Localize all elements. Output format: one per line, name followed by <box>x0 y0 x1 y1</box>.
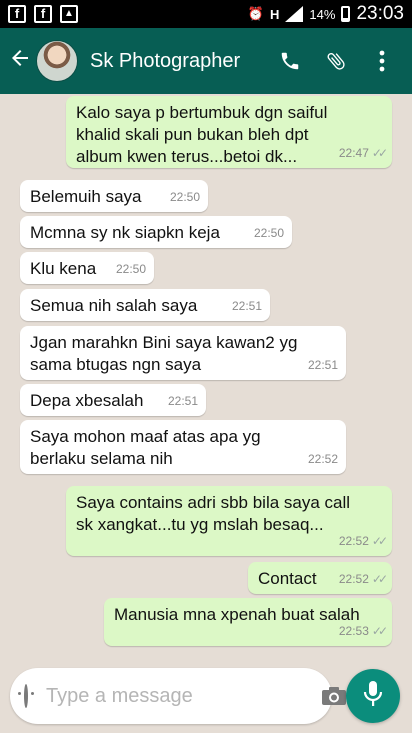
message-text: Saya contains adri sbb bila saya call sk… <box>76 493 351 534</box>
system-indicators: ⏰ H 14% 23:03 <box>248 3 404 25</box>
emoji-icon[interactable] <box>18 684 34 708</box>
message-bubble-incoming[interactable]: Semua nih salah saya 22:51 <box>20 289 270 321</box>
gallery-icon: ▲ <box>60 5 78 23</box>
mic-button[interactable] <box>346 669 400 723</box>
message-time: 22:53 <box>338 624 369 638</box>
message-text: Saya mohon maaf atas apa yg berlaku sela… <box>30 427 261 468</box>
message-text: Jgan marahkn Bini saya kawan2 yg sama bt… <box>30 333 298 374</box>
chat-header: Sk Photographer <box>0 28 412 94</box>
message-input[interactable] <box>44 683 313 709</box>
read-ticks-icon: ✓✓ <box>371 534 388 548</box>
message-time: 22:52 <box>338 534 369 548</box>
message-bubble-incoming[interactable]: Depa xbesalah 22:51 <box>20 384 206 416</box>
message-bubble-outgoing[interactable]: Kalo saya p bertumbuk dgn saiful khalid … <box>66 96 392 168</box>
message-text: Depa xbesalah <box>30 391 144 410</box>
back-arrow-icon[interactable] <box>2 45 38 77</box>
phone-icon[interactable] <box>278 49 302 73</box>
mic-icon <box>362 680 384 713</box>
message-text: Klu kena <box>30 259 97 278</box>
clock: 23:03 <box>356 3 404 24</box>
message-bubble-outgoing[interactable]: Manusia mna xpenah buat salah 22:53 ✓✓ <box>104 598 392 646</box>
message-bubble-incoming[interactable]: Belemuih saya 22:50 <box>20 180 208 212</box>
message-time: 22:50 <box>115 262 146 276</box>
message-time: 22:52 <box>338 572 369 586</box>
battery-icon <box>341 6 351 22</box>
signal-icon <box>285 6 304 22</box>
message-time: 22:50 <box>253 226 284 240</box>
avatar[interactable] <box>36 40 78 82</box>
message-time: 22:51 <box>231 299 262 313</box>
message-text: Belemuih saya <box>30 187 142 206</box>
message-text: Mcmna sy nk siapkn keja <box>30 223 220 242</box>
facebook-icon: f <box>8 5 26 23</box>
message-text: Contact <box>258 569 317 588</box>
read-ticks-icon: ✓✓ <box>371 624 388 638</box>
message-time: 22:50 <box>169 190 200 204</box>
message-bubble-incoming[interactable]: Mcmna sy nk siapkn keja 22:50 <box>20 216 292 248</box>
more-vert-icon[interactable] <box>370 49 394 73</box>
camera-icon[interactable] <box>321 686 347 706</box>
attachment-icon[interactable] <box>324 49 348 73</box>
message-time: 22:47 <box>338 146 369 160</box>
message-text: Kalo saya p bertumbuk dgn saiful khalid … <box>76 103 328 166</box>
message-bubble-outgoing[interactable]: Contact 22:52 ✓✓ <box>248 562 392 594</box>
message-bubble-outgoing[interactable]: Saya contains adri sbb bila saya call sk… <box>66 486 392 556</box>
message-list[interactable]: Kalo saya p bertumbuk dgn saiful khalid … <box>0 94 412 660</box>
message-time: 22:51 <box>167 394 198 408</box>
network-type: H <box>270 6 280 22</box>
message-bubble-incoming[interactable]: Klu kena 22:50 <box>20 252 154 284</box>
message-bubble-incoming[interactable]: Saya mohon maaf atas apa yg berlaku sela… <box>20 420 346 474</box>
notification-icons: f f ▲ <box>8 5 78 23</box>
read-ticks-icon: ✓✓ <box>371 146 388 160</box>
message-composer <box>10 668 346 724</box>
alarm-icon: ⏰ <box>247 6 265 21</box>
message-time: 22:52 <box>307 452 338 466</box>
contact-name[interactable]: Sk Photographer <box>90 50 278 73</box>
message-text: Semua nih salah saya <box>30 296 198 315</box>
message-time: 22:51 <box>307 358 338 372</box>
facebook-icon: f <box>34 5 52 23</box>
battery-percent: 14% <box>309 6 336 22</box>
read-ticks-icon: ✓✓ <box>371 572 388 586</box>
status-bar: f f ▲ ⏰ H 14% 23:03 <box>0 0 412 28</box>
message-bubble-incoming[interactable]: Jgan marahkn Bini saya kawan2 yg sama bt… <box>20 326 346 380</box>
